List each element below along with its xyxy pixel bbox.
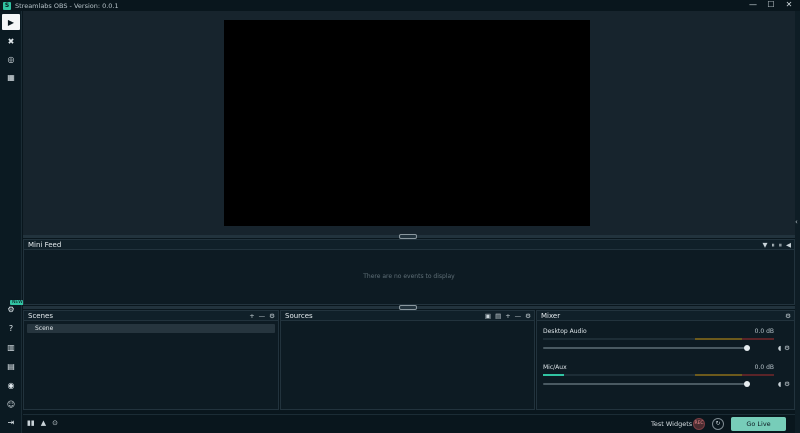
mixer-channel-mic-aux: Mic/Aux 0.0 dB ◖ ⚙ — [541, 364, 790, 394]
mini-feed-title: Mini Feed — [28, 241, 62, 249]
remove-scene-icon[interactable]: — — [259, 312, 266, 320]
add-folder-icon[interactable]: ▤ — [495, 312, 501, 320]
mute-icon[interactable]: ◀ — [786, 241, 791, 249]
channel-settings-icon[interactable]: ⚙ — [784, 344, 790, 352]
sources-header: Sources ▣ ▤ + — ⚙ — [281, 311, 534, 321]
nav-layout[interactable]: ▤ — [2, 358, 20, 374]
close-button[interactable]: ✕ — [784, 0, 794, 11]
bell-icon: ◉ — [7, 380, 15, 390]
speaker-icon[interactable]: ◖ — [778, 344, 781, 352]
account-icon: ☺ — [6, 399, 16, 409]
store-icon: ▦ — [7, 72, 15, 82]
layout-icon: ▤ — [7, 361, 15, 371]
scenes-header: Scenes + — ⚙ — [24, 311, 278, 321]
channel-db: 0.0 dB — [754, 328, 774, 335]
volume-slider[interactable] — [543, 345, 750, 351]
nav-help[interactable]: ? — [2, 320, 20, 336]
nav-notifications[interactable]: ◉ — [2, 377, 20, 393]
channel-settings-icon[interactable]: ⚙ — [784, 380, 790, 388]
preview-area — [23, 11, 795, 235]
volume-meter — [543, 338, 774, 340]
mixer-panel: Mixer ⚙ Desktop Audio 0.0 dB ◖ ⚙ Mic/Aux… — [536, 310, 795, 410]
source-settings-icon[interactable]: ⚙ — [525, 312, 531, 320]
preview-canvas[interactable] — [224, 20, 590, 226]
remove-source-icon[interactable]: — — [515, 312, 522, 320]
source-group-icon[interactable]: ▣ — [485, 312, 491, 320]
nav-overlays[interactable]: ◎ — [2, 51, 20, 67]
filter-icon[interactable]: ▼ — [763, 241, 768, 249]
pause-icon[interactable]: ⏸ — [772, 241, 775, 249]
maximize-button[interactable]: ☐ — [766, 0, 776, 11]
nav-settings[interactable]: ⚙ — [2, 301, 20, 317]
overlays-icon: ◎ — [7, 54, 15, 64]
scenes-panel: Scenes + — ⚙ Scene — [23, 310, 279, 410]
nav-editor[interactable]: ▶ — [2, 14, 20, 30]
mini-feed-empty-text: There are no events to display — [363, 273, 455, 280]
volume-slider-knob[interactable] — [744, 381, 750, 387]
test-widgets-button[interactable]: Test Widgets — [651, 420, 692, 428]
channel-name: Desktop Audio — [543, 328, 587, 335]
scene-settings-icon[interactable]: ⚙ — [269, 312, 275, 320]
scene-item[interactable]: Scene — [27, 324, 275, 333]
editor-icon: ▶ — [7, 17, 15, 27]
themes-icon: ✖ — [7, 36, 15, 46]
scenes-title: Scenes — [28, 312, 53, 320]
mixer-settings-icon[interactable]: ⚙ — [785, 312, 791, 320]
nav-account[interactable]: ☺ — [2, 396, 20, 412]
window-title: Streamlabs OBS - Version: 0.0.1 — [15, 1, 119, 10]
performance-icon[interactable]: ▮▮ — [27, 419, 35, 427]
nav-logout[interactable]: ⇥ — [2, 414, 20, 430]
mini-feed-panel: Mini Feed ▼ ⏸ ⏸ ◀ There are no events to… — [23, 239, 795, 305]
channel-name: Mic/Aux — [543, 364, 567, 371]
gear-icon: ⚙ — [7, 304, 15, 314]
pause-alerts-icon[interactable]: ⏸ — [779, 241, 782, 249]
mixer-channel-desktop-audio: Desktop Audio 0.0 dB ◖ ⚙ — [541, 328, 790, 358]
title-bar: S Streamlabs OBS - Version: 0.0.1 — ☐ ✕ — [0, 0, 800, 11]
volume-slider-knob[interactable] — [744, 345, 750, 351]
mixer-title: Mixer — [541, 312, 561, 320]
info-icon[interactable]: ⊙ — [52, 419, 58, 427]
volume-meter — [543, 374, 774, 376]
go-live-button[interactable]: Go Live — [731, 417, 786, 431]
mini-feed-header: Mini Feed ▼ ⏸ ⏸ ◀ — [24, 240, 794, 250]
app-logo: S — [3, 1, 11, 10]
left-nav: ▶ ✖ ◎ ▦ NEW ⚙ ? ▥ ▤ ◉ ☺ ⇥ — [0, 11, 25, 433]
mixer-header: Mixer ⚙ — [537, 311, 794, 321]
nav-themes[interactable]: ✖ — [2, 33, 20, 49]
sources-panel: Sources ▣ ▤ + — ⚙ — [280, 310, 535, 410]
minimize-button[interactable]: — — [748, 0, 758, 11]
expand-chat-handle-icon[interactable]: ‹ — [795, 218, 798, 226]
channel-db: 0.0 dB — [754, 364, 774, 371]
record-button[interactable]: REC — [693, 418, 705, 430]
logout-icon: ⇥ — [7, 417, 15, 427]
volume-slider[interactable] — [543, 381, 750, 387]
footer-bar: ▮▮ ▲ ⊙ Test Widgets REC ↻ Go Live — [23, 414, 795, 433]
sources-title: Sources — [285, 312, 313, 320]
nav-store[interactable]: ▦ — [2, 69, 20, 85]
add-source-icon[interactable]: + — [505, 312, 510, 320]
help-icon: ? — [8, 323, 14, 333]
notifications-icon[interactable]: ▲ — [41, 419, 46, 427]
studio-mode-icon: ▥ — [7, 342, 15, 352]
scene-item-label: Scene — [35, 325, 54, 332]
nav-studio-mode[interactable]: ▥ — [2, 339, 20, 355]
add-scene-icon[interactable]: + — [249, 312, 254, 320]
speaker-icon[interactable]: ◖ — [778, 380, 781, 388]
replay-buffer-icon[interactable]: ↻ — [712, 418, 724, 430]
